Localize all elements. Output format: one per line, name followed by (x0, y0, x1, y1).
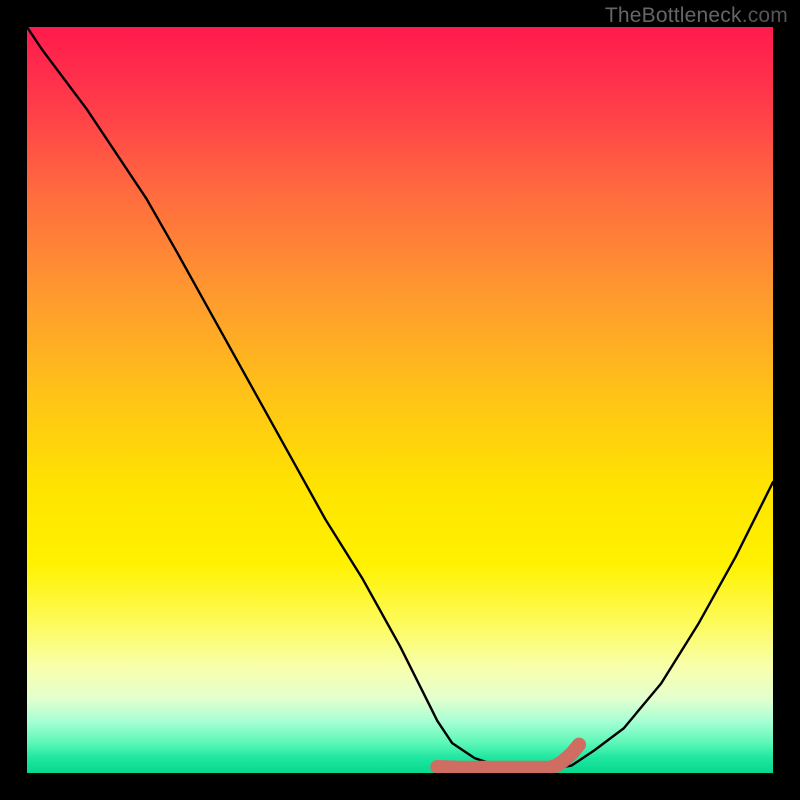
chart-frame: TheBottleneck.com (0, 0, 800, 800)
watermark-suffix: .com (742, 4, 788, 27)
watermark-text: TheBottleneck.com (605, 4, 788, 28)
optimal-range-highlight (437, 745, 579, 768)
curve-svg (27, 27, 773, 773)
bottleneck-curve (27, 27, 773, 769)
plot-area (27, 27, 773, 773)
watermark-prefix: TheBottleneck (605, 4, 742, 27)
